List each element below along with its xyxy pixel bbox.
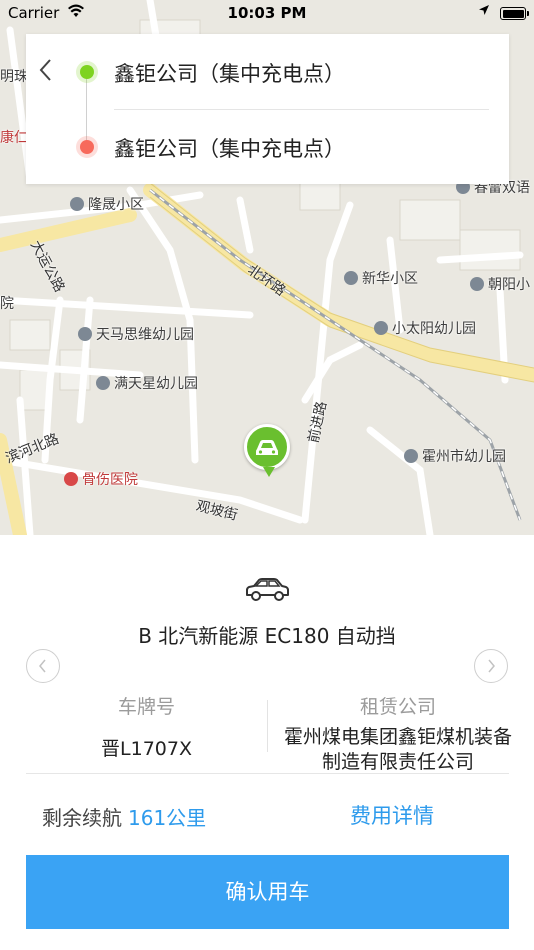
school-icon — [374, 321, 388, 335]
status-time: 10:03 PM — [227, 4, 307, 22]
company-label: 租赁公司 — [359, 696, 436, 718]
car-icon — [256, 440, 278, 455]
range-label: 剩余续航 — [42, 806, 122, 830]
route-card: 鑫钜公司（集中充电点） 鑫钜公司（集中充电点） — [26, 34, 509, 184]
battery-icon — [500, 7, 529, 20]
poi-label: 霍州市幼儿园 — [404, 446, 506, 466]
plate-label: 车牌号 — [117, 696, 175, 718]
end-point-icon — [80, 140, 94, 154]
car-outline-icon — [246, 578, 289, 601]
start-point-icon — [80, 65, 94, 79]
residence-icon — [70, 197, 84, 211]
poi-label: 小太阳幼儿园 — [374, 318, 476, 338]
car-location-marker[interactable] — [244, 424, 290, 477]
previous-car-button[interactable] — [26, 649, 60, 683]
residence-icon — [344, 271, 358, 285]
company-value: 霍州煤电集团鑫钜煤机装备制造有限责任公司 — [283, 726, 512, 773]
route-end[interactable]: 鑫钜公司（集中充电点） — [114, 133, 345, 163]
poi-label: 隆晟小区 — [70, 194, 144, 214]
residence-icon — [470, 277, 484, 291]
school-icon — [78, 327, 92, 341]
poi-label: 朝阳小 — [470, 274, 530, 294]
plate-value: 晋L1707X — [101, 738, 192, 760]
next-car-button[interactable] — [474, 649, 508, 683]
chevron-right-icon — [488, 659, 495, 673]
back-button[interactable] — [36, 56, 60, 86]
route-start[interactable]: 鑫钜公司（集中充电点） — [114, 58, 345, 88]
edge-label: 院 — [0, 296, 14, 312]
poi-label: 天马思维幼儿园 — [78, 324, 194, 344]
school-icon — [96, 376, 110, 390]
range-info: 剩余续航 161公里 — [42, 802, 206, 831]
company-info: 租赁公司 霍州煤电集团鑫钜煤机装备制造有限责任公司 — [268, 690, 528, 775]
poi-label: 满天星幼儿园 — [96, 373, 198, 393]
school-icon — [404, 449, 418, 463]
confirm-use-button[interactable]: 确认用车 — [26, 855, 509, 929]
route-connector — [86, 76, 87, 142]
status-bar: Carrier 10:03 PM — [0, 0, 534, 28]
location-arrow-icon — [478, 4, 490, 20]
divider — [114, 109, 489, 110]
range-value: 161公里 — [128, 806, 207, 830]
chevron-left-icon — [39, 59, 51, 81]
fee-details-link[interactable]: 费用详情 — [350, 800, 434, 830]
car-model-title: B 北汽新能源 EC180 自动挡 — [138, 624, 396, 648]
hospital-icon — [64, 472, 78, 486]
poi-label: 骨伤医院 — [64, 469, 138, 489]
divider — [26, 773, 509, 774]
chevron-left-icon — [39, 659, 46, 673]
poi-label: 新华小区 — [344, 268, 418, 288]
edge-label: 康仁 — [0, 130, 28, 146]
plate-info: 车牌号 晋L1707X — [26, 690, 267, 762]
edge-label: 明珠 — [0, 69, 28, 85]
